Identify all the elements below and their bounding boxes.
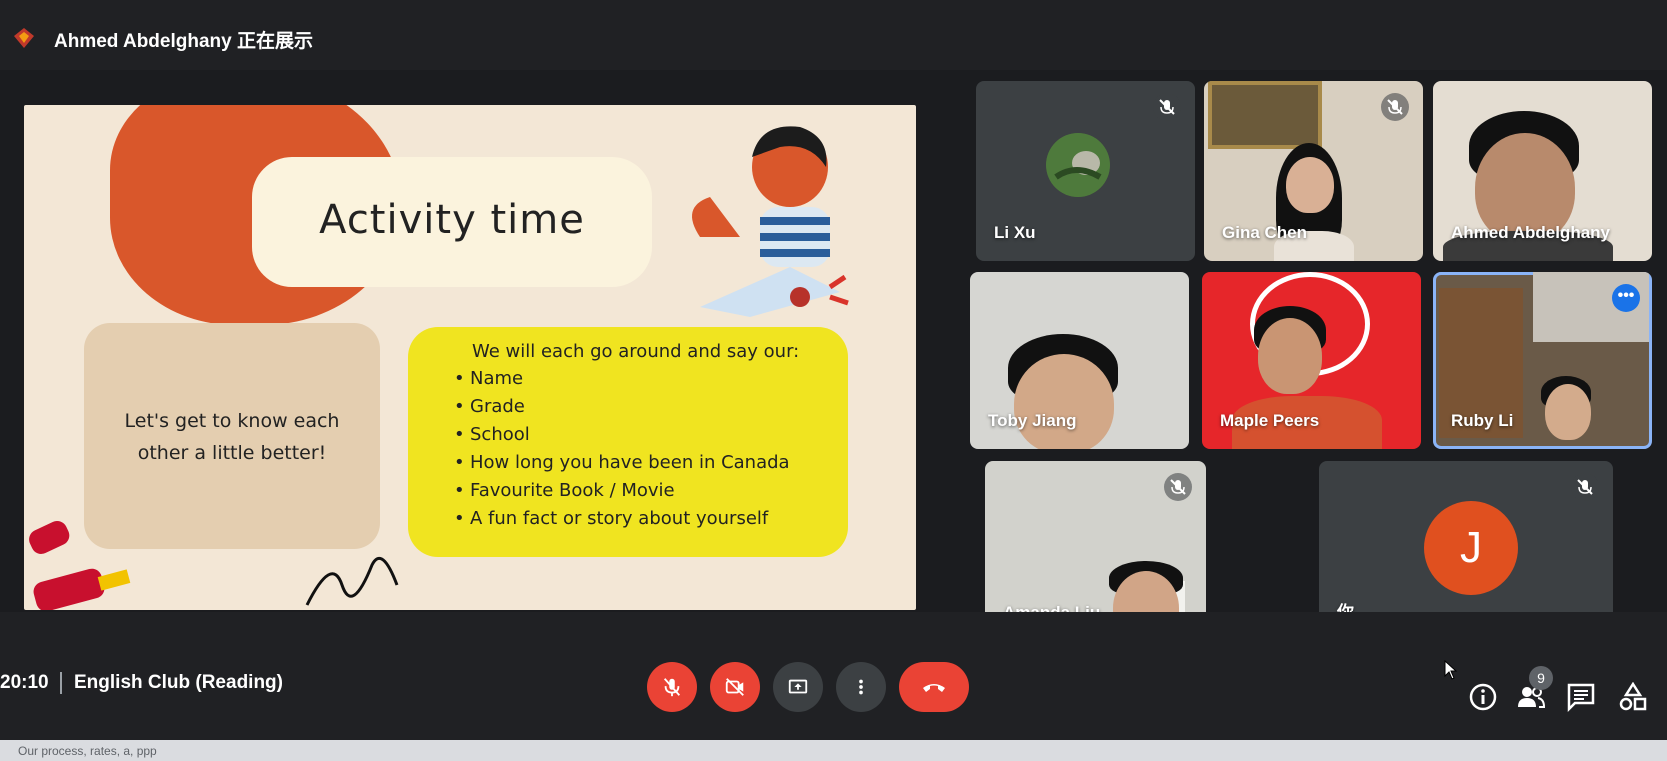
list-item: • A fun fact or story about yourself bbox=[454, 505, 790, 533]
avatar: J bbox=[1424, 501, 1518, 595]
list-item-text: How long you have been in Canada bbox=[470, 452, 790, 473]
mic-off-icon bbox=[1381, 93, 1409, 121]
character-illustration bbox=[692, 126, 849, 317]
participant-tile[interactable]: Toby Jiang bbox=[970, 272, 1189, 449]
participant-name: Li Xu bbox=[994, 223, 1036, 242]
browser-strip bbox=[0, 740, 1667, 761]
list-item: • Favourite Book / Movie bbox=[454, 477, 790, 505]
presenter-label: Ahmed Abdelghany 正在展示 bbox=[54, 31, 313, 52]
list-item: • How long you have been in Canada bbox=[454, 449, 790, 477]
presenter-logo-icon bbox=[14, 28, 34, 48]
list-item: • Grade bbox=[454, 393, 790, 421]
slide-list: • Name • Grade • School • How long you have … bbox=[454, 365, 790, 533]
list-bullet: • bbox=[454, 368, 465, 389]
list-bullet: • bbox=[454, 396, 465, 417]
more-vert-icon bbox=[859, 679, 863, 695]
mic-off-icon bbox=[663, 678, 681, 697]
participant-name: Ahmed Abdelghany bbox=[1451, 223, 1610, 242]
meeting-time: 20:10 bbox=[0, 672, 49, 693]
participant-name: Toby Jiang bbox=[988, 411, 1077, 430]
chat-icon[interactable] bbox=[1566, 682, 1596, 712]
participant-name: Gina Chen bbox=[1222, 223, 1308, 242]
participant-name: Ruby Li bbox=[1451, 411, 1514, 430]
info-icon[interactable] bbox=[1468, 682, 1498, 712]
avatar bbox=[1046, 133, 1110, 197]
browser-tab-text[interactable]: Our process, rates, a, ppp bbox=[18, 744, 157, 758]
camera-off-icon bbox=[725, 678, 744, 696]
participant-tile[interactable]: Li Xu bbox=[976, 81, 1195, 261]
present-screen-icon bbox=[788, 679, 808, 694]
participant-tile[interactable]: Maple Peers bbox=[1202, 272, 1421, 449]
top-bar: Ahmed Abdelghany 正在展示 bbox=[0, 0, 1667, 70]
participant-tile[interactable]: Ahmed Abdelghany bbox=[1433, 81, 1652, 261]
participant-tile[interactable]: ••• Ruby Li bbox=[1433, 272, 1652, 449]
divider bbox=[60, 672, 62, 694]
list-item-text: A fun fact or story about yourself bbox=[470, 508, 769, 529]
participant-name: Maple Peers bbox=[1220, 411, 1320, 430]
participants-count-badge: 9 bbox=[1529, 666, 1553, 690]
list-bullet: • bbox=[454, 480, 465, 501]
list-item-text: Grade bbox=[470, 396, 525, 417]
leave-call-button[interactable] bbox=[899, 662, 969, 712]
slide-intro-line: Let's get to know each bbox=[124, 410, 340, 432]
scribble-decoration bbox=[305, 556, 399, 606]
list-bullet: • bbox=[454, 424, 465, 445]
list-bullet: • bbox=[454, 508, 465, 529]
list-bullet: • bbox=[454, 452, 465, 473]
slide-intro-line: other a little better! bbox=[137, 442, 327, 464]
list-item-text: School bbox=[470, 424, 530, 445]
microphone-toggle-button[interactable] bbox=[647, 662, 697, 712]
more-options-button[interactable] bbox=[836, 662, 886, 712]
mic-off-icon bbox=[1571, 473, 1599, 501]
slide-intro-text: Let's get to know each other a little be… bbox=[94, 405, 370, 469]
more-options-button[interactable]: ••• bbox=[1612, 284, 1640, 312]
slide-title: Activity time bbox=[319, 197, 585, 243]
mic-off-icon bbox=[1153, 93, 1181, 121]
presented-slide: Activity time Let's get to know each oth… bbox=[24, 105, 916, 610]
list-item-text: Name bbox=[470, 368, 524, 389]
hang-up-icon bbox=[923, 684, 945, 692]
mic-off-icon bbox=[1164, 473, 1192, 501]
camera-toggle-button[interactable] bbox=[710, 662, 760, 712]
ketchup-bottle-illustration bbox=[29, 520, 131, 610]
activities-icon[interactable] bbox=[1618, 682, 1648, 712]
list-item-text: Favourite Book / Movie bbox=[470, 480, 675, 501]
present-now-button[interactable] bbox=[773, 662, 823, 712]
mouse-cursor-icon bbox=[1444, 660, 1458, 680]
participant-tile[interactable]: Gina Chen bbox=[1204, 81, 1423, 261]
list-item: • School bbox=[454, 421, 790, 449]
meeting-title: English Club (Reading) bbox=[74, 672, 283, 693]
slide-list-heading: We will each go around and say our: bbox=[472, 341, 800, 362]
list-item: • Name bbox=[454, 365, 790, 393]
